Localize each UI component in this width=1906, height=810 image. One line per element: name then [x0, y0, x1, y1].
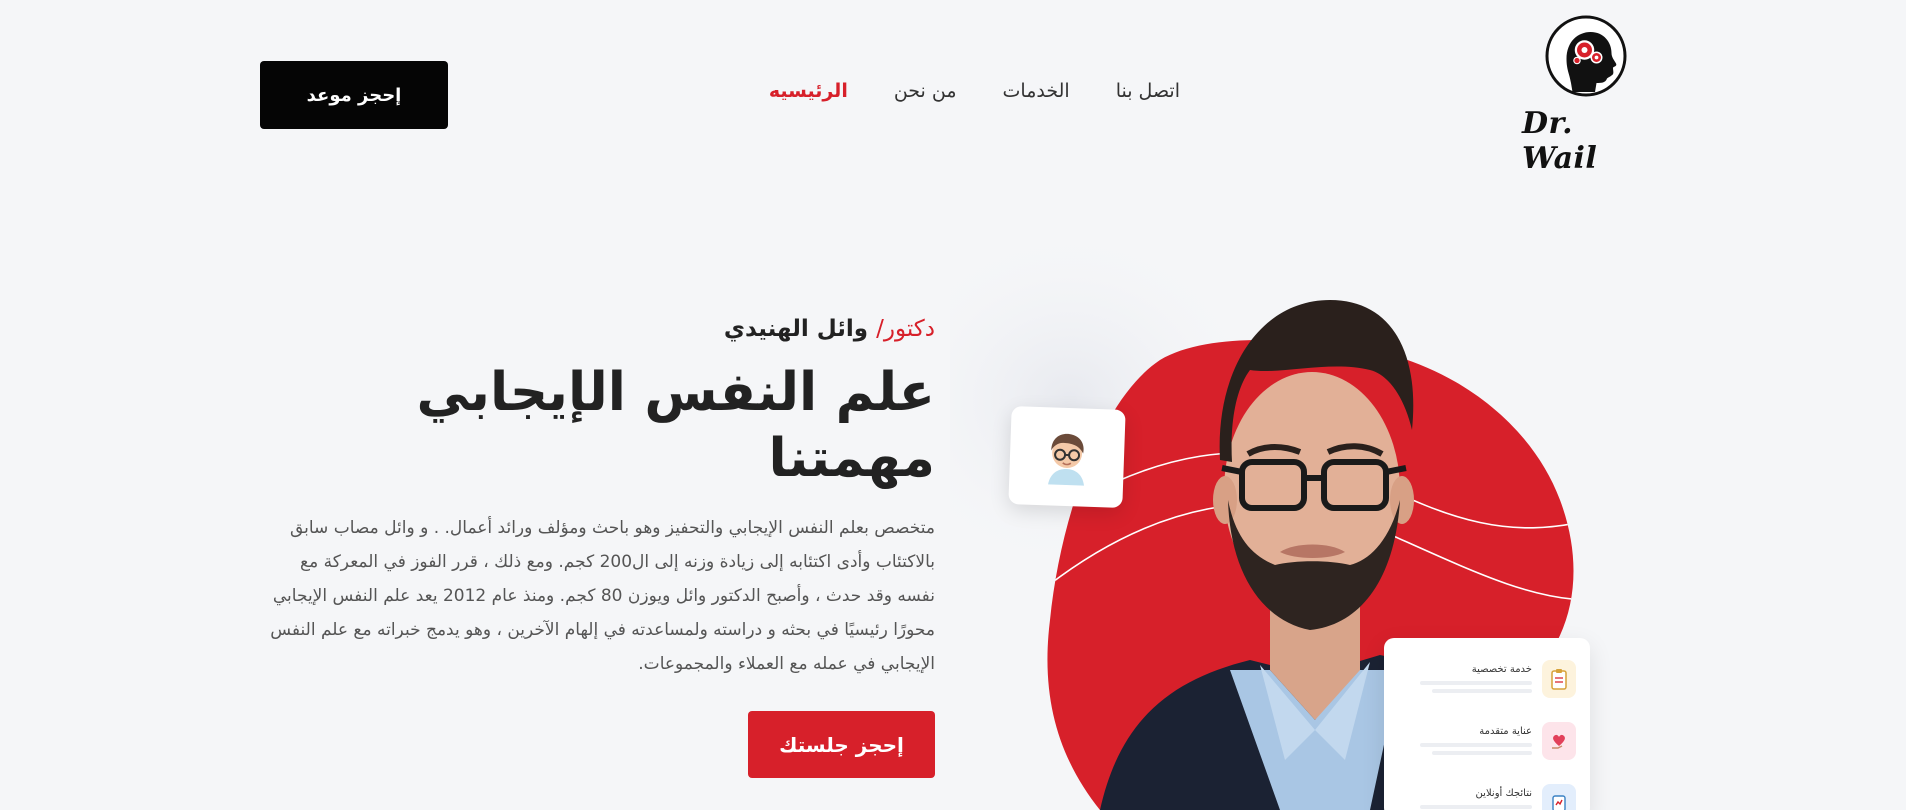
logo-text: Dr. Wail	[1522, 106, 1598, 176]
nav-item-home[interactable]: الرئيسيه	[769, 80, 848, 102]
subtitle-name: وائل الهنيدي	[723, 316, 877, 342]
service-body: عناية متقدمة	[1398, 722, 1532, 755]
hero-description: متخصص بعلم النفس الإيجابي والتحفيز وهو ب…	[270, 517, 935, 674]
service-label: نتائجك أونلاين	[1475, 788, 1532, 799]
nav-item-services[interactable]: الخدمات	[1003, 80, 1070, 102]
service-body: نتائجك أونلاين	[1398, 784, 1532, 809]
book-session-button[interactable]: إحجز جلستك	[748, 711, 935, 778]
placeholder-line	[1420, 743, 1532, 747]
services-card: خدمة تخصصية عناية متقدمة نتائجك أونلاين	[1384, 638, 1590, 810]
nav-item-about[interactable]: من نحن	[894, 80, 957, 102]
placeholder-line	[1420, 681, 1532, 685]
doctor-avatar-icon	[1048, 433, 1085, 486]
avatar-card	[1008, 406, 1126, 508]
nav-item-contact[interactable]: اتصل بنا	[1116, 80, 1180, 102]
brain-head-logo-icon	[1545, 15, 1627, 97]
hero-subtitle: دكتور/ وائل الهنيدي	[235, 316, 935, 342]
subtitle-prefix: دكتور/	[876, 316, 935, 342]
heart-hand-icon	[1542, 722, 1576, 760]
clipboard-icon	[1542, 660, 1576, 698]
service-item-specialized[interactable]: خدمة تخصصية	[1398, 660, 1576, 722]
hero-headline: علم النفس الإيجابي مهمتنا	[416, 362, 935, 490]
placeholder-line	[1420, 805, 1532, 809]
placeholder-line	[1432, 751, 1532, 755]
service-item-online-results[interactable]: نتائجك أونلاين	[1398, 784, 1576, 810]
service-body: خدمة تخصصية	[1398, 660, 1532, 693]
service-item-advanced-care[interactable]: عناية متقدمة	[1398, 722, 1576, 784]
service-label: خدمة تخصصية	[1471, 664, 1532, 675]
book-appointment-button[interactable]: إحجز موعد	[260, 61, 448, 129]
main-nav: الرئيسيه من نحن الخدمات اتصل بنا	[769, 80, 1180, 102]
service-label: عناية متقدمة	[1479, 726, 1532, 737]
report-icon	[1542, 784, 1576, 810]
placeholder-line	[1432, 689, 1532, 693]
hero-text: دكتور/ وائل الهنيدي علم النفس الإيجابي م…	[235, 316, 935, 681]
logo[interactable]: Dr. Wail	[1522, 14, 1650, 176]
